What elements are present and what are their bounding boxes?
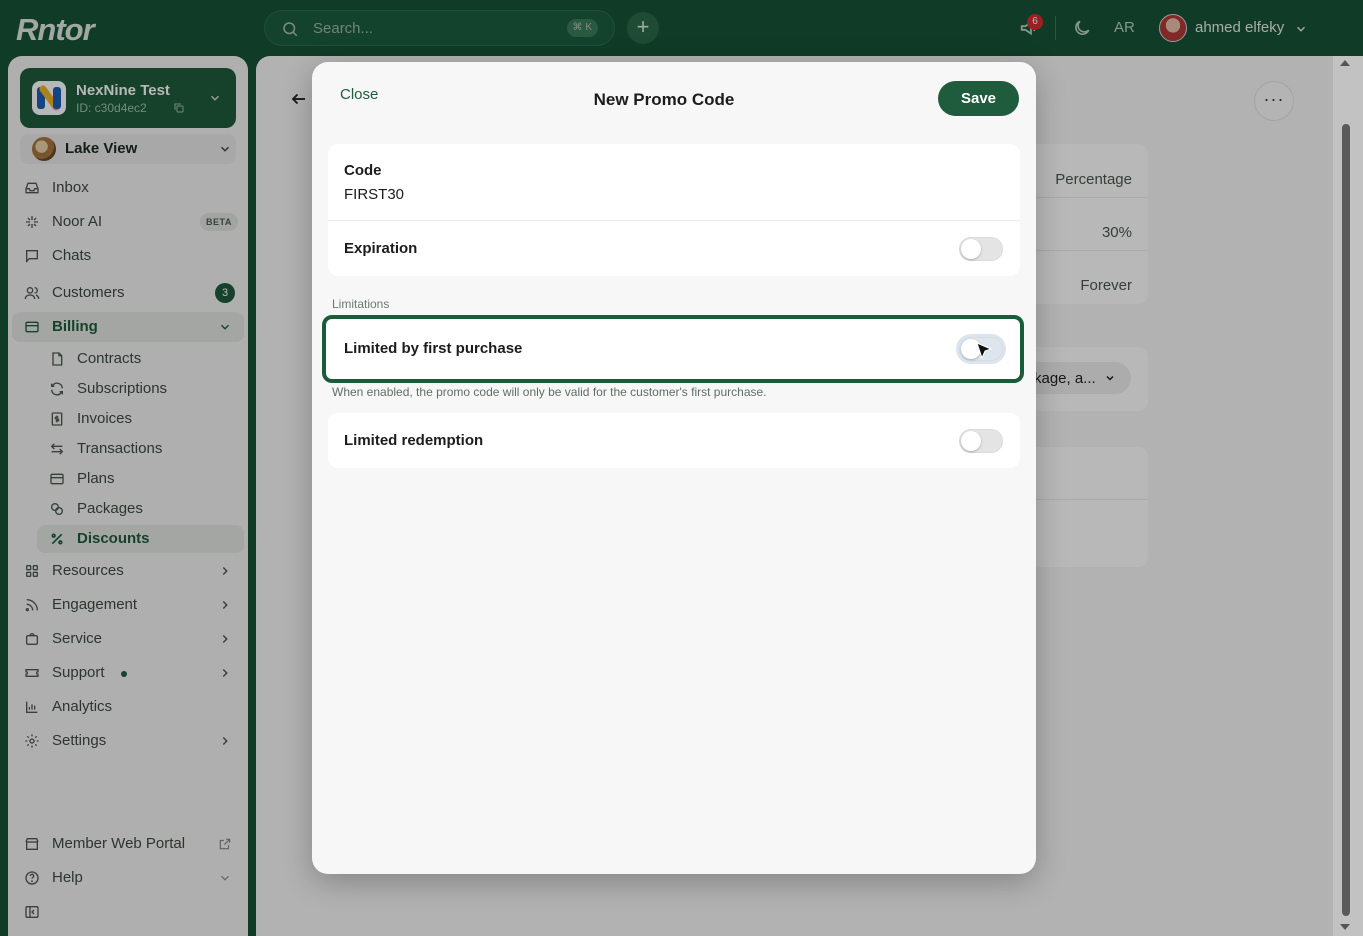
code-label: Code bbox=[344, 162, 382, 179]
limitations-section-label: Limitations bbox=[332, 297, 390, 311]
new-promo-code-dialog: Close New Promo Code Save Code FIRST30 E… bbox=[312, 62, 1036, 874]
redemption-toggle[interactable] bbox=[959, 429, 1003, 453]
code-settings-group: Code FIRST30 Expiration bbox=[328, 144, 1020, 276]
dialog-title: New Promo Code bbox=[593, 90, 735, 109]
save-button[interactable]: Save bbox=[938, 81, 1019, 116]
expiration-toggle[interactable] bbox=[959, 237, 1003, 261]
toggle-knob bbox=[961, 431, 981, 451]
scrollbar-thumb[interactable] bbox=[1342, 124, 1350, 916]
code-field[interactable]: Code FIRST30 bbox=[328, 144, 1020, 220]
toggle-knob bbox=[961, 239, 981, 259]
redemption-label: Limited redemption bbox=[344, 432, 484, 449]
mouse-cursor-icon bbox=[976, 342, 993, 360]
expiration-row: Expiration bbox=[328, 221, 1020, 276]
first-purchase-row: Limited by first purchase bbox=[322, 315, 1024, 383]
scroll-up-arrow[interactable] bbox=[1340, 60, 1350, 66]
expiration-label: Expiration bbox=[344, 240, 418, 257]
code-input[interactable]: FIRST30 bbox=[344, 186, 404, 203]
redemption-group: Limited redemption bbox=[328, 413, 1020, 468]
first-purchase-help-text: When enabled, the promo code will only b… bbox=[332, 385, 767, 399]
scrollbar[interactable] bbox=[1333, 56, 1363, 936]
first-purchase-label: Limited by first purchase bbox=[344, 340, 523, 357]
scroll-down-arrow[interactable] bbox=[1340, 924, 1350, 930]
